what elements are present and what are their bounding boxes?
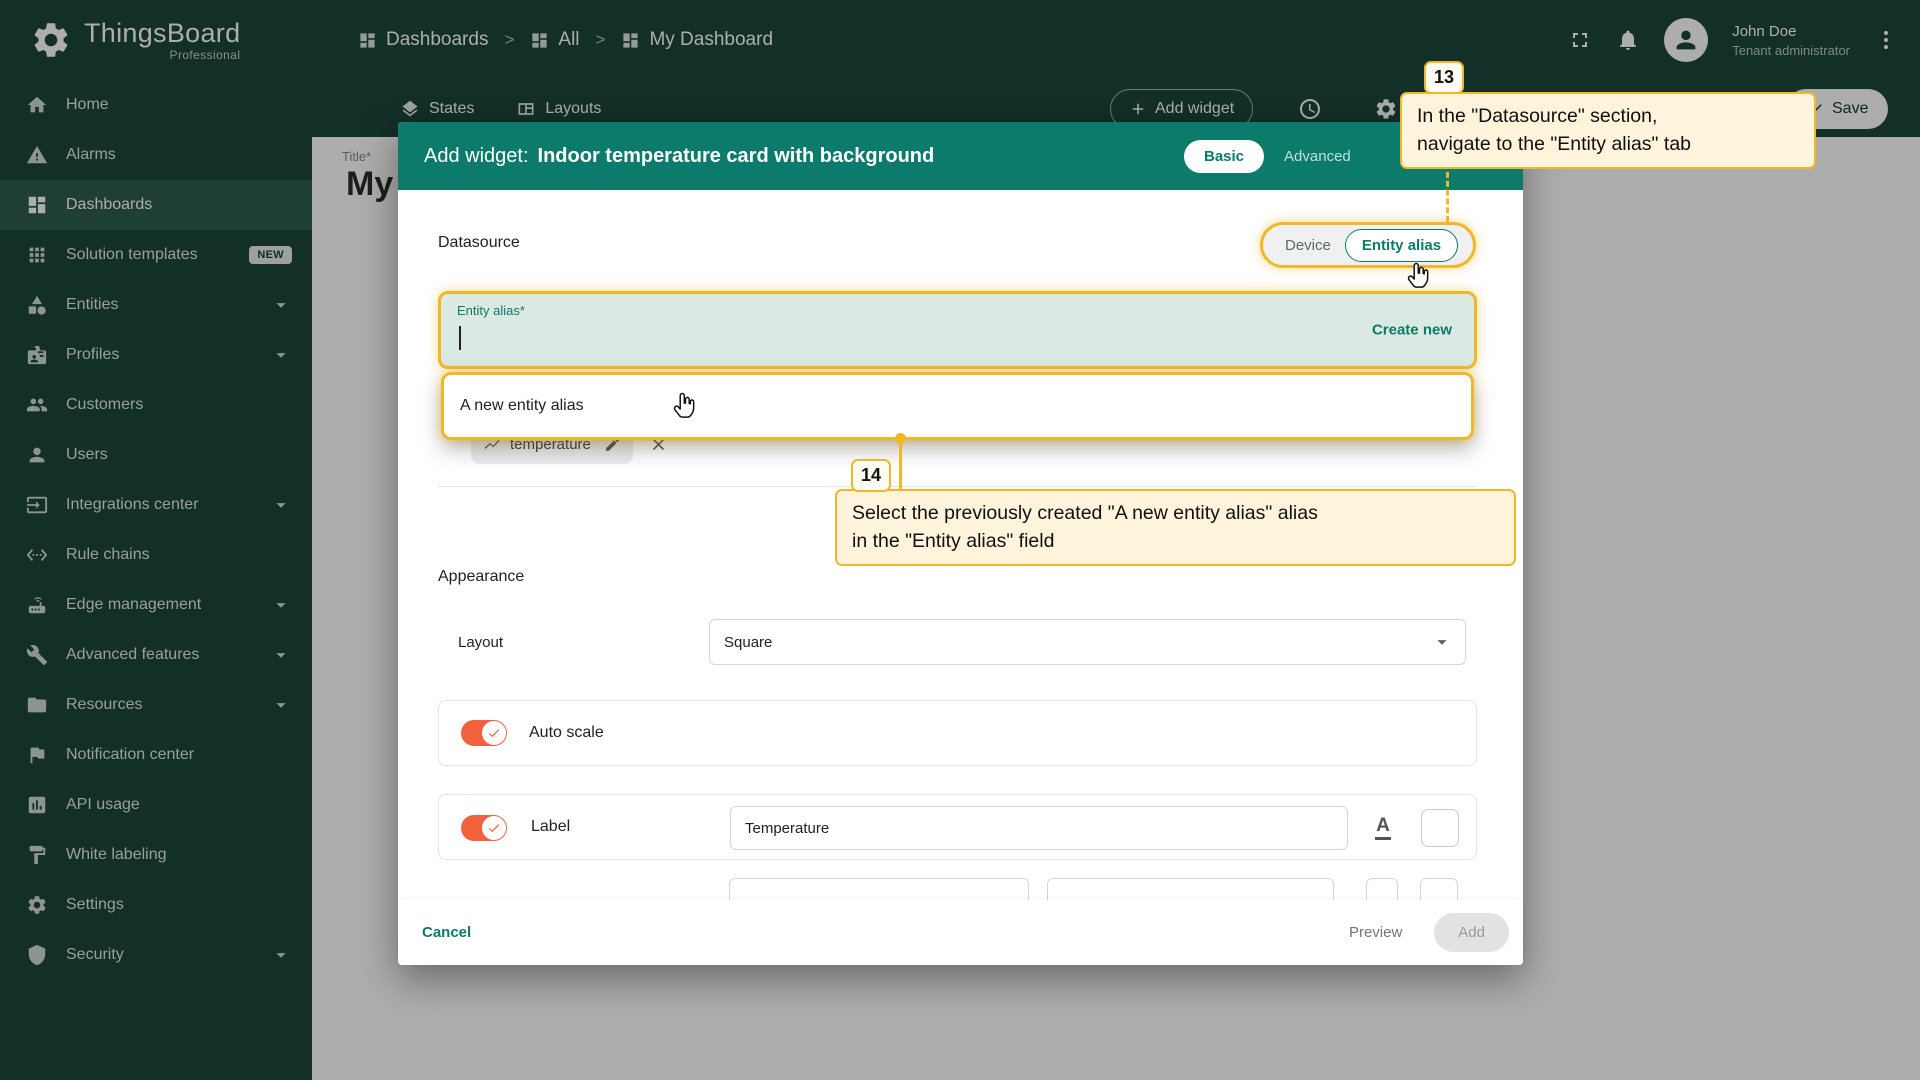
step-14-connector-dot [895, 433, 906, 444]
auto-scale-row: Auto scale [438, 700, 1477, 766]
label-text-input[interactable]: Temperature [730, 806, 1348, 850]
dialog-title: Indoor temperature card with background [537, 144, 935, 167]
entity-alias-dropdown-option[interactable]: A new entity alias [441, 372, 1474, 440]
mode-tabs: Basic Advanced [1184, 122, 1351, 190]
label-label: Label [531, 818, 571, 835]
auto-scale-label: Auto scale [529, 724, 604, 741]
step-13-badge: 13 [1424, 61, 1464, 94]
hand-cursor-icon [1404, 260, 1430, 290]
tab-basic[interactable]: Basic [1184, 139, 1265, 173]
datasource-section-label: Datasource [438, 234, 520, 251]
label-row: Label Temperature A [438, 794, 1477, 860]
label-toggle[interactable] [461, 815, 507, 841]
toggle-option-device[interactable]: Device [1273, 237, 1343, 254]
font-settings-button[interactable]: A [1367, 812, 1399, 844]
auto-scale-toggle[interactable] [461, 720, 507, 746]
step-13-callout: In the "Datasource" section, navigate to… [1400, 92, 1816, 170]
text-caret [459, 326, 461, 350]
chevron-down-icon [1431, 631, 1453, 653]
dialog-header: Add widget: Indoor temperature card with… [398, 122, 1523, 190]
dialog-footer: Cancel Preview Add [398, 900, 1523, 965]
layout-row: Layout Square [438, 612, 1477, 672]
step-13-connector-line [1446, 172, 1449, 222]
hand-cursor-icon [670, 390, 696, 420]
layout-label: Layout [458, 633, 504, 651]
step-14-badge: 14 [851, 459, 891, 492]
layout-select[interactable]: Square [709, 619, 1466, 665]
datasource-type-toggle: Device Entity alias [1260, 222, 1476, 268]
create-new-link[interactable]: Create new [1372, 322, 1452, 339]
d极ialog-title-prefix: Add widget: [424, 144, 529, 167]
entity-alias-field[interactable]: Entity alias* Create new [438, 291, 1477, 369]
entity-alias-field-label: Entity alias* [457, 303, 525, 318]
add-button[interactable]: Add [1434, 913, 1509, 952]
step-14-connector-line [899, 444, 902, 490]
cancel-button[interactable]: Cancel [422, 924, 471, 941]
tab-advanced[interactable]: Advanced [1284, 148, 1351, 165]
label-color-swatch[interactable] [1421, 809, 1459, 847]
section-divider [438, 486, 1477, 487]
appearance-section-label: Appearance [438, 568, 525, 585]
step-14-callout: Select the previously created "A new ent… [835, 489, 1516, 567]
toggle-option-entity-alias[interactable]: Entity alias [1344, 228, 1459, 262]
preview-button[interactable]: Preview [1335, 914, 1416, 951]
